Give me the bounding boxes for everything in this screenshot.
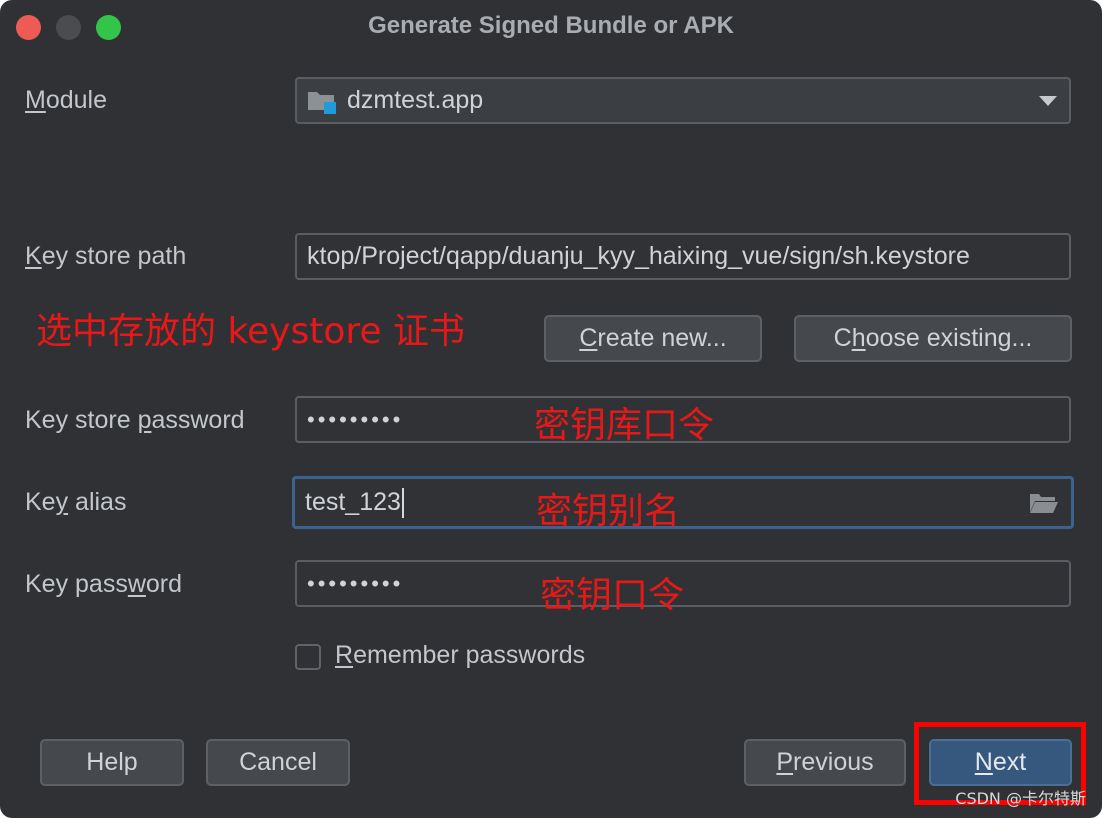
watermark: CSDN @卡尔特斯 <box>955 789 1086 808</box>
choose-existing-button[interactable]: Choose existing... <box>794 315 1072 362</box>
key-alias-value: test_123 <box>305 488 401 516</box>
keystore-password-value: ••••••••• <box>307 407 404 432</box>
module-label: Module <box>25 86 107 114</box>
title-bar: Generate Signed Bundle or APK <box>0 0 1102 54</box>
window-title: Generate Signed Bundle or APK <box>368 12 734 39</box>
keystore-hint-annotation: 选中存放的 keystore 证书 <box>36 311 465 352</box>
keystore-password-label: Key store password <box>25 406 245 434</box>
key-password-annotation: 密钥口令 <box>540 575 685 616</box>
remember-passwords-checkbox[interactable] <box>295 644 321 670</box>
keystore-path-label: Key store path <box>25 242 187 270</box>
help-button[interactable]: Help <box>40 739 184 786</box>
remember-passwords-label[interactable]: Remember passwords <box>335 641 585 670</box>
folder-open-icon[interactable] <box>1029 492 1059 514</box>
key-alias-input[interactable]: test_123 <box>292 476 1074 529</box>
text-caret <box>401 488 404 519</box>
previous-button[interactable]: Previous <box>744 739 906 786</box>
module-folder-icon <box>308 92 336 114</box>
key-password-label: Key password <box>25 570 183 598</box>
keystore-password-annotation: 密钥库口令 <box>534 405 715 446</box>
cancel-button[interactable]: Cancel <box>206 739 350 786</box>
module-value: dzmtest.app <box>347 86 484 114</box>
key-password-value: ••••••••• <box>307 571 404 596</box>
key-alias-label: Key alias <box>25 488 127 516</box>
dialog-window: Generate Signed Bundle or APK Module dzm… <box>0 0 1102 818</box>
keystore-path-value: ktop/Project/qapp/duanju_kyy_haixing_vue… <box>307 242 970 270</box>
create-new-button[interactable]: Create new... <box>544 315 762 362</box>
chevron-down-icon[interactable] <box>1039 96 1057 106</box>
key-alias-annotation: 密钥别名 <box>536 491 681 532</box>
keystore-path-input[interactable]: ktop/Project/qapp/duanju_kyy_haixing_vue… <box>295 233 1071 280</box>
module-select[interactable]: dzmtest.app <box>295 77 1071 124</box>
